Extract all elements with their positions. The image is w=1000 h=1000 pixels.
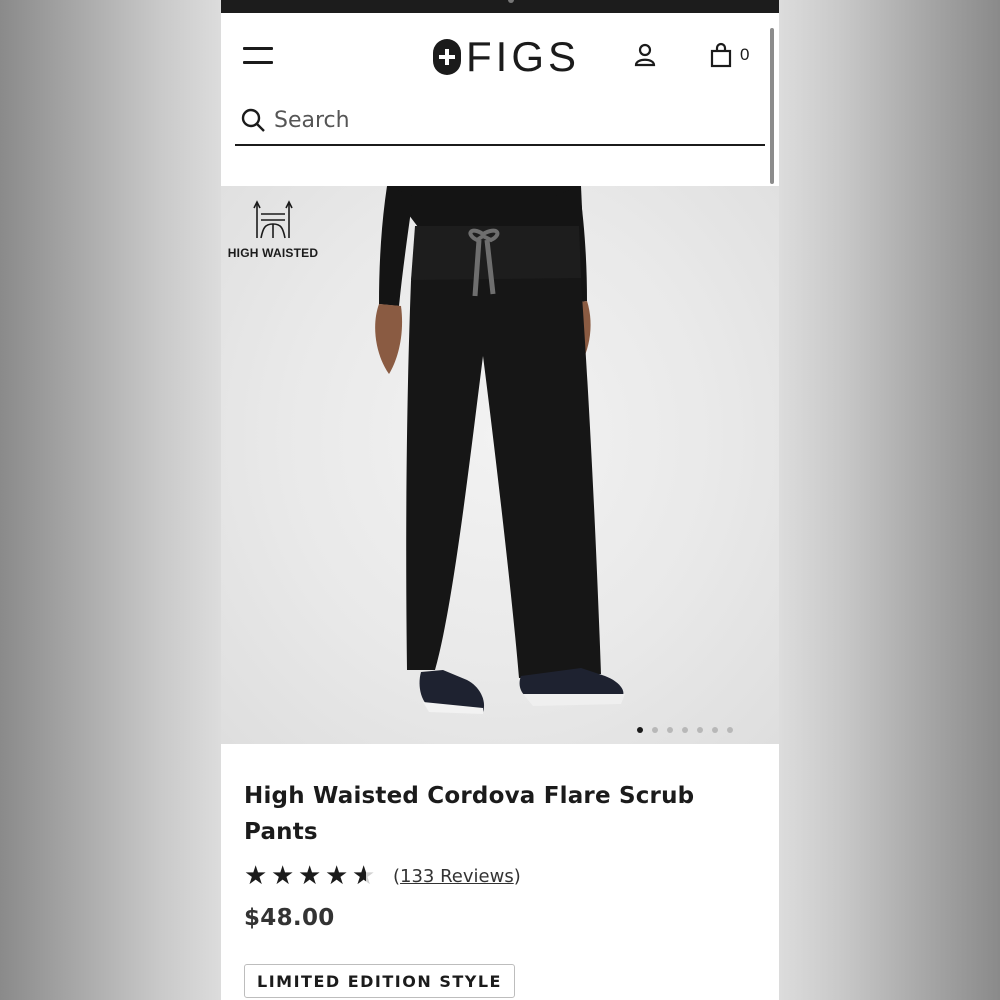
carousel-dot[interactable] (652, 727, 658, 733)
product-photo (375, 186, 625, 714)
carousel-dot[interactable] (682, 727, 688, 733)
star-icon: ★ (298, 861, 322, 891)
star-icon: ★ (325, 861, 349, 891)
brand-logo[interactable]: FIGS (433, 33, 580, 81)
reviews-link-wrapper[interactable]: (133 Reviews) (393, 866, 521, 887)
cart-count: 0 (740, 45, 750, 64)
reviews-link[interactable]: 133 Reviews (400, 866, 514, 887)
figs-plus-logo-mark (433, 39, 461, 75)
product-title: High Waisted Cordova Flare Scrub Pants (244, 783, 695, 845)
carousel-dot[interactable] (667, 727, 673, 733)
mobile-screen: FIGS 0 Search HIGH WAISTED High Waisted … (221, 0, 779, 1000)
star-rating: ★ ★ ★ ★ ★ ★ (244, 862, 379, 890)
status-bar (221, 0, 779, 13)
user-icon[interactable] (631, 41, 659, 69)
cart-button[interactable]: 0 (709, 41, 759, 69)
search-bar[interactable] (235, 96, 765, 146)
product-rating: ★ ★ ★ ★ ★ ★ (133 Reviews) (244, 862, 521, 890)
high-waist-icon (253, 200, 293, 239)
carousel-dot[interactable] (712, 727, 718, 733)
carousel-dot[interactable] (727, 727, 733, 733)
star-icon: ★ (271, 861, 295, 891)
limited-edition-tag: LIMITED EDITION STYLE (244, 964, 515, 998)
site-header: FIGS 0 (221, 13, 779, 97)
star-icon: ★ (244, 861, 268, 891)
hamburger-menu-icon[interactable] (243, 47, 273, 65)
badge-label: HIGH WAISTED (227, 246, 319, 260)
star-icon: ★ ★ (352, 861, 376, 891)
brand-name: FIGS (466, 33, 581, 80)
product-image-gallery[interactable]: HIGH WAISTED (221, 186, 779, 744)
shopping-bag-icon (710, 42, 732, 68)
carousel-dot[interactable] (697, 727, 703, 733)
search-icon (241, 108, 265, 132)
search-input[interactable] (274, 107, 734, 133)
carousel-dot[interactable] (637, 727, 643, 733)
product-price: $48.00 (244, 905, 335, 931)
high-waisted-badge: HIGH WAISTED (227, 198, 319, 260)
carousel-indicators (637, 727, 733, 733)
